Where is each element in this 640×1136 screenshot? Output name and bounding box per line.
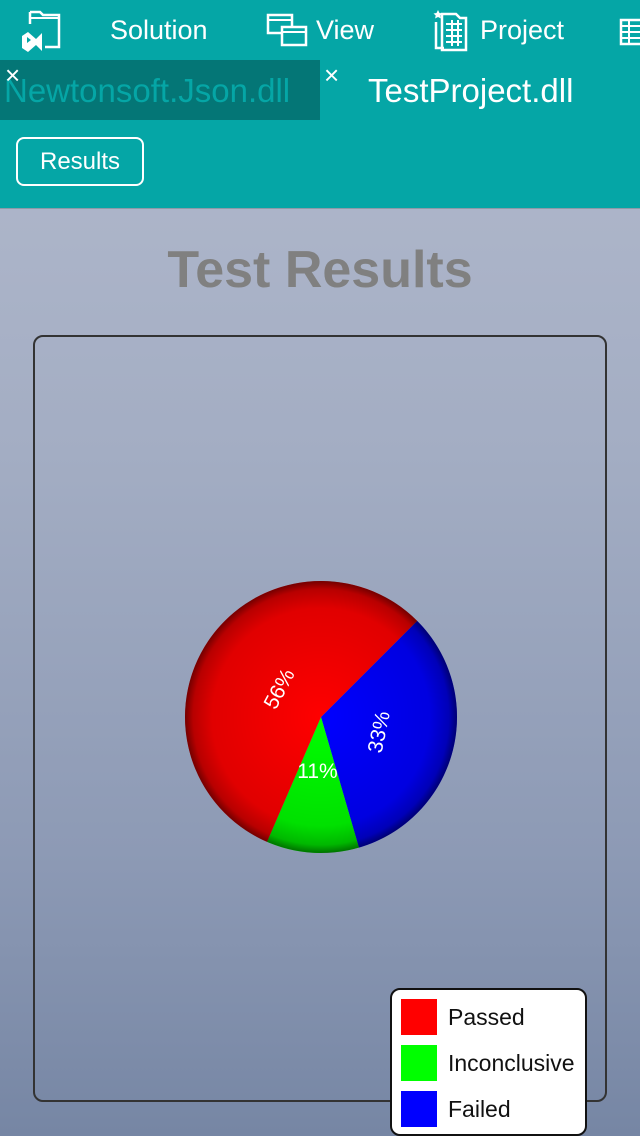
pie-label-inconclusive: 11% — [297, 760, 337, 783]
legend-swatch-passed — [401, 999, 437, 1035]
legend-label-failed: Failed — [448, 1095, 511, 1122]
legend-item-passed: Passed — [401, 999, 525, 1035]
legend-item-inconclusive: Inconclusive — [401, 1045, 575, 1081]
pie-chart: 33%11%56% — [184, 581, 457, 853]
legend-swatch-failed — [401, 1091, 437, 1127]
legend-swatch-inconclusive — [401, 1045, 437, 1081]
legend-item-failed: Failed — [401, 1091, 511, 1127]
pie-shading — [185, 581, 457, 853]
legend-label-passed: Passed — [448, 1003, 525, 1030]
legend-label-inconclusive: Inconclusive — [448, 1049, 575, 1076]
chart-legend: Passed Inconclusive Failed — [390, 988, 587, 1136]
